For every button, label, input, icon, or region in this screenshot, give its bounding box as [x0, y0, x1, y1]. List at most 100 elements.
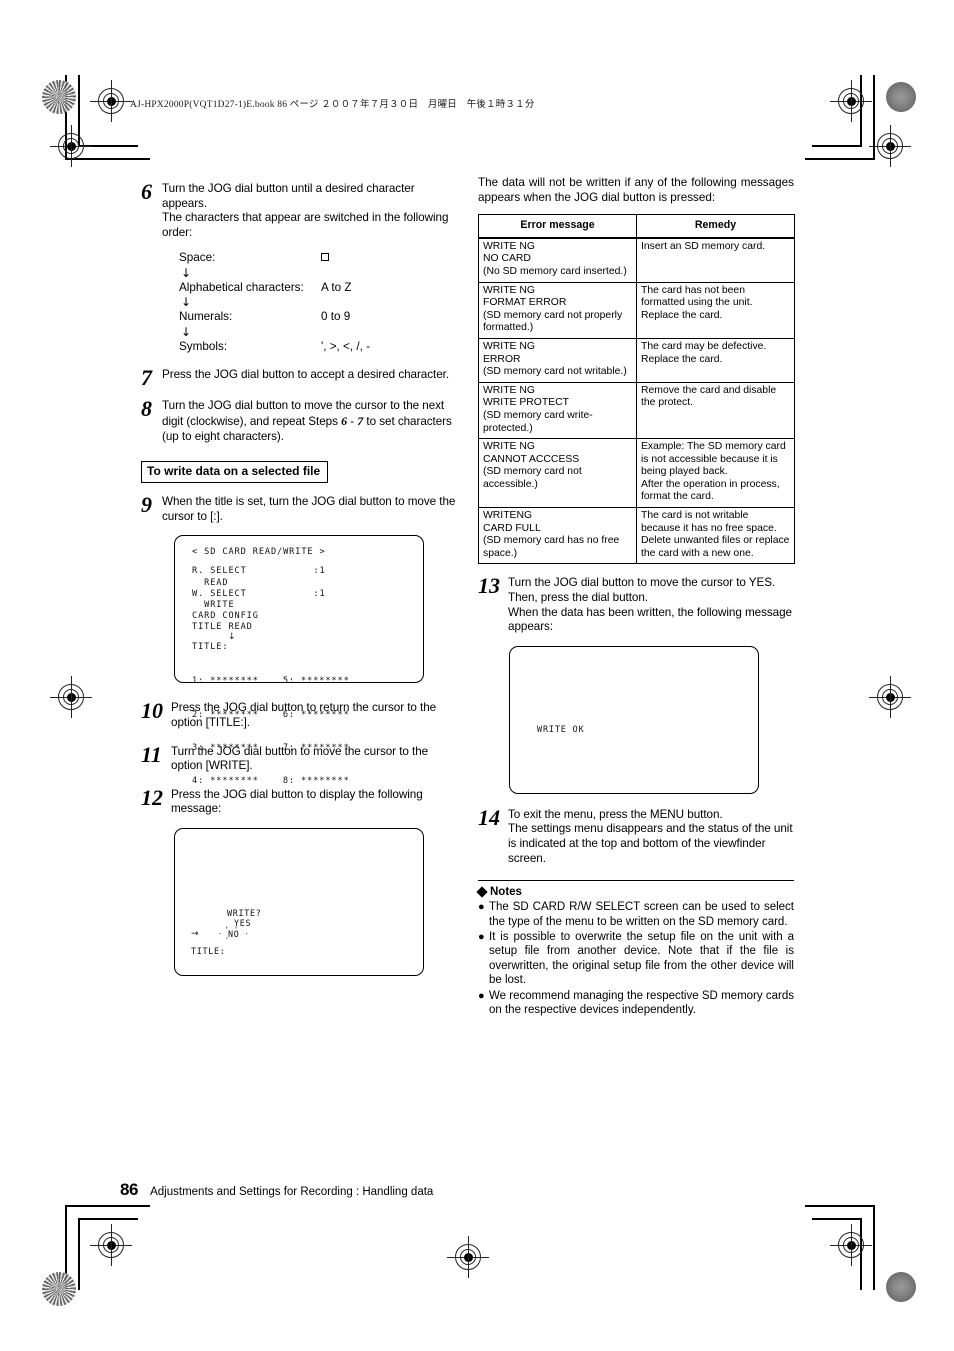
- crop-mark: [873, 75, 875, 160]
- left-column: 6 Turn the JOG dial button until a desir…: [141, 179, 459, 976]
- crop-mark: [805, 1205, 875, 1207]
- title-slot-grid: 1: ******** 2: ******** 3: ******** 4: *…: [192, 654, 423, 809]
- space-square-icon: [321, 251, 329, 266]
- section-subheading: To write data on a selected file: [141, 461, 329, 484]
- menu-row-read: READ: [192, 577, 229, 588]
- screen-write-confirm: WRITE? YES → · NO · TITLE:: [174, 827, 424, 976]
- table-row: WRITE NG FORMAT ERROR (SD memory card no…: [478, 281, 795, 339]
- title-label: TITLE:: [191, 946, 226, 957]
- remedy-text: Example: The SD memory card is not acces…: [641, 441, 786, 503]
- char-order-value: ', >, <, /, -: [321, 339, 370, 353]
- cell-remedy: The card has not been formatted using th…: [636, 281, 795, 339]
- cell-error-message: WRITE NG CANNOT ACCCESS (SD memory card …: [478, 438, 637, 509]
- step-11: 11 Turn the JOG dial button to move the …: [141, 743, 459, 774]
- char-order-label: Symbols:: [179, 339, 228, 353]
- crop-mark: [65, 158, 150, 160]
- error-text: WRITE NG ERROR (SD memory card not writa…: [483, 340, 627, 378]
- notes-heading: Notes: [476, 886, 794, 899]
- step-text: Press the JOG dial button to return the …: [171, 701, 437, 729]
- registration-mark: [90, 1224, 132, 1266]
- step-8: 8 Turn the JOG dial button to move the c…: [141, 396, 459, 444]
- crop-mark: [873, 1205, 875, 1290]
- screen-write-ok: WRITE OK: [509, 645, 759, 794]
- note-list-item: ● We recommend managing the respective S…: [478, 989, 794, 1018]
- registration-mark: [447, 1236, 489, 1278]
- step-text: Turn the JOG dial button to move the cur…: [162, 399, 459, 444]
- crop-mark: [812, 145, 862, 147]
- error-text: WRITE NG CANNOT ACCCESS (SD memory card …: [483, 441, 582, 490]
- title-slot: 5: ********: [282, 676, 350, 687]
- step-text: Turn the JOG dial button to move the cur…: [508, 576, 792, 634]
- error-text: WRITE NG NO CARD (No SD memory card inse…: [483, 240, 627, 277]
- down-arrow-icon: ↓: [228, 632, 237, 642]
- note-text: It is possible to overwrite the setup fi…: [489, 931, 794, 987]
- menu-row-write: WRITE: [192, 599, 235, 610]
- step-text: To exit the menu, press the MENU button.…: [508, 807, 793, 865]
- cell-error-message: WRITE NG NO CARD (No SD memory card inse…: [478, 237, 637, 283]
- notes-divider: [478, 880, 794, 882]
- page-footer: 86 Adjustments and Settings for Recordin…: [120, 1180, 433, 1200]
- step-number: 10: [141, 698, 163, 724]
- option-no[interactable]: · NO ·: [218, 923, 249, 945]
- menu-row-title-read: TITLE READ: [192, 621, 253, 632]
- screen-title: < SD CARD READ/WRITE >: [192, 547, 326, 558]
- step-number: 6: [141, 179, 152, 204]
- note-list-item: ● It is possible to overwrite the setup …: [478, 930, 794, 988]
- crop-mark: [65, 1205, 150, 1207]
- step-text: When the title is set, turn the JOG dial…: [162, 495, 456, 523]
- menu-row-card-config: CARD CONFIG: [192, 610, 259, 621]
- remedy-text: Insert an SD memory card.: [641, 240, 766, 252]
- down-arrow-icon: ↓: [181, 265, 192, 280]
- step-6-line-1: Turn the JOG dial button until a desired…: [162, 182, 415, 210]
- note-list-item: ● The SD CARD R/W SELECT screen can be u…: [478, 900, 794, 929]
- cell-error-message: WRITENG CARD FULL (SD memory card has no…: [478, 507, 637, 565]
- error-text: WRITE NG FORMAT ERROR (SD memory card no…: [483, 284, 623, 334]
- table-row: WRITE NG CANNOT ACCCESS (SD memory card …: [478, 438, 795, 509]
- print-slug-line: AJ-HPX2000P(VQT1D27-1)E.book 86 ページ ２００７…: [130, 100, 535, 110]
- option-no-label: NO: [228, 928, 240, 939]
- step-number: 8: [141, 396, 152, 422]
- footer-breadcrumb: Adjustments and Settings for Recording :…: [150, 1186, 434, 1198]
- char-order-row: Symbols: ', >, <, /, -: [179, 340, 459, 355]
- table-row: WRITE NG WRITE PROTECT (SD memory card w…: [478, 381, 795, 440]
- cell-error-message: WRITE NG WRITE PROTECT (SD memory card w…: [478, 381, 637, 440]
- bullet-icon: ●: [478, 989, 485, 1002]
- note-text: The SD CARD R/W SELECT screen can be use…: [489, 901, 794, 928]
- remedy-text: The card may be defective. Replace the c…: [641, 340, 767, 365]
- screen-sd-card-read-write: < SD CARD READ/WRITE > R. SELECT :1 READ…: [174, 535, 424, 786]
- step-14: 14 To exit the menu, press the MENU butt…: [478, 804, 794, 866]
- char-order-value: 0 to 9: [321, 310, 351, 324]
- remedy-text: The card is not writable because it has …: [641, 510, 790, 559]
- step-text: Press the JOG dial button to display the…: [171, 787, 423, 816]
- step-text: Turn the JOG dial button to move the cur…: [171, 744, 429, 773]
- step-6: 6 Turn the JOG dial button until a desir…: [141, 179, 459, 240]
- step-text: Press the JOG dial button to accept a de…: [162, 368, 450, 382]
- cell-remedy: Example: The SD memory card is not acces…: [636, 438, 795, 509]
- crop-mark: [78, 1218, 138, 1220]
- title-slot: 4: ********: [192, 776, 259, 787]
- character-order-list: Space: ↓ Alphabetical characters: A to Z…: [179, 251, 459, 354]
- bullet-icon: ●: [478, 931, 485, 943]
- crop-mark: [78, 1218, 80, 1290]
- option-no-row: → · NO ·: [191, 923, 261, 945]
- registration-mark: [50, 676, 92, 718]
- page-number: 86: [120, 1180, 139, 1199]
- registration-mark: [90, 80, 132, 122]
- error-text: WRITE NG WRITE PROTECT (SD memory card w…: [483, 384, 593, 434]
- notes-heading-label: Notes: [490, 886, 522, 899]
- cell-remedy: The card may be defective. Replace the c…: [636, 337, 795, 383]
- down-arrow-icon: ↓: [181, 324, 192, 339]
- step-text: Turn the JOG dial button until a desired…: [162, 182, 459, 240]
- registration-mark: [830, 80, 872, 122]
- cell-error-message: WRITE NG ERROR (SD memory card not writa…: [478, 337, 637, 383]
- blink-sparkle-icon: ·: [218, 929, 223, 938]
- registration-mark: [869, 676, 911, 718]
- step-6-line-2: The characters that appear are switched …: [162, 211, 449, 239]
- step-number: 14: [478, 804, 500, 830]
- note-text: We recommend managing the respective SD …: [489, 989, 794, 1017]
- cell-error-message: WRITE NG FORMAT ERROR (SD memory card no…: [478, 281, 637, 339]
- remedy-text: The card has not been formatted using th…: [641, 284, 753, 321]
- error-table-intro: The data will not be written if any of t…: [478, 176, 794, 204]
- menu-row-r-select: R. SELECT :1: [192, 566, 326, 577]
- char-order-row: Space:: [179, 251, 459, 266]
